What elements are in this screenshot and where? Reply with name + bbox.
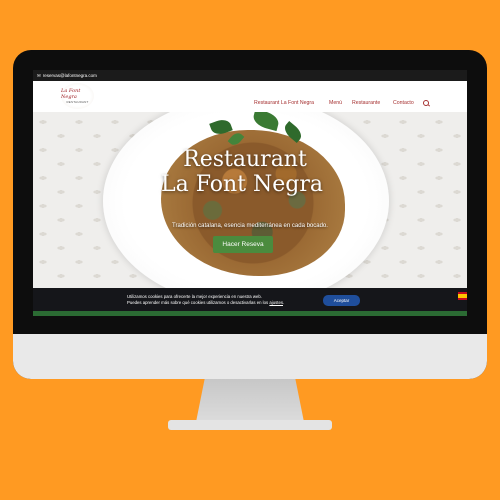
- monitor-stand: [196, 379, 304, 422]
- nav-item-menu[interactable]: Menú: [329, 100, 342, 106]
- cookie-text-prefix: Puedes aprender más sobre qué cookies ut…: [127, 300, 269, 305]
- monitor-chin: [13, 334, 487, 379]
- footer-strip: [33, 311, 467, 316]
- search-icon[interactable]: [423, 100, 429, 106]
- website-screen: ✉ reservas@lafontnegra.com La Font Negra …: [33, 70, 467, 316]
- nav-item-restaurante[interactable]: Restaurante: [352, 100, 380, 106]
- nav-item-home[interactable]: Restaurant La Font Negra: [254, 100, 314, 106]
- hero-tagline: Tradición catalana, esencia mediterránea…: [172, 223, 328, 229]
- hero-section: Restaurant La Font Negra Tradición catal…: [33, 112, 467, 288]
- spain-flag-icon[interactable]: [458, 292, 467, 300]
- top-bar-email[interactable]: reservas@lafontnegra.com: [43, 73, 97, 78]
- reserve-button[interactable]: Hacer Reseva: [213, 236, 273, 253]
- cookie-text-line2: Puedes aprender más sobre qué cookies ut…: [127, 300, 284, 305]
- site-logo[interactable]: La Font Negra RESTAURANT: [61, 83, 94, 109]
- hero-title-line2: La Font Negra: [160, 172, 323, 197]
- accept-cookies-button[interactable]: Aceptar: [323, 295, 360, 306]
- mail-icon: ✉: [37, 73, 41, 78]
- nav-item-contacto[interactable]: Contacto: [393, 100, 414, 106]
- top-bar: ✉ reservas@lafontnegra.com: [33, 70, 467, 81]
- cookie-text-line1: Utilizamos cookies para ofrecerte la mej…: [127, 294, 262, 299]
- logo-title: La Font Negra: [61, 88, 81, 100]
- cookie-text-period: .: [283, 300, 285, 305]
- hero-title-line1: Restaurant: [183, 147, 307, 172]
- monitor-base: [168, 420, 332, 430]
- logo-subtitle: RESTAURANT: [66, 100, 89, 104]
- site-header: La Font Negra RESTAURANT Restaurant La F…: [33, 81, 467, 112]
- cookie-banner: Utilizamos cookies para ofrecerte la mej…: [33, 288, 467, 311]
- cookie-settings-link[interactable]: ajustes: [269, 300, 283, 305]
